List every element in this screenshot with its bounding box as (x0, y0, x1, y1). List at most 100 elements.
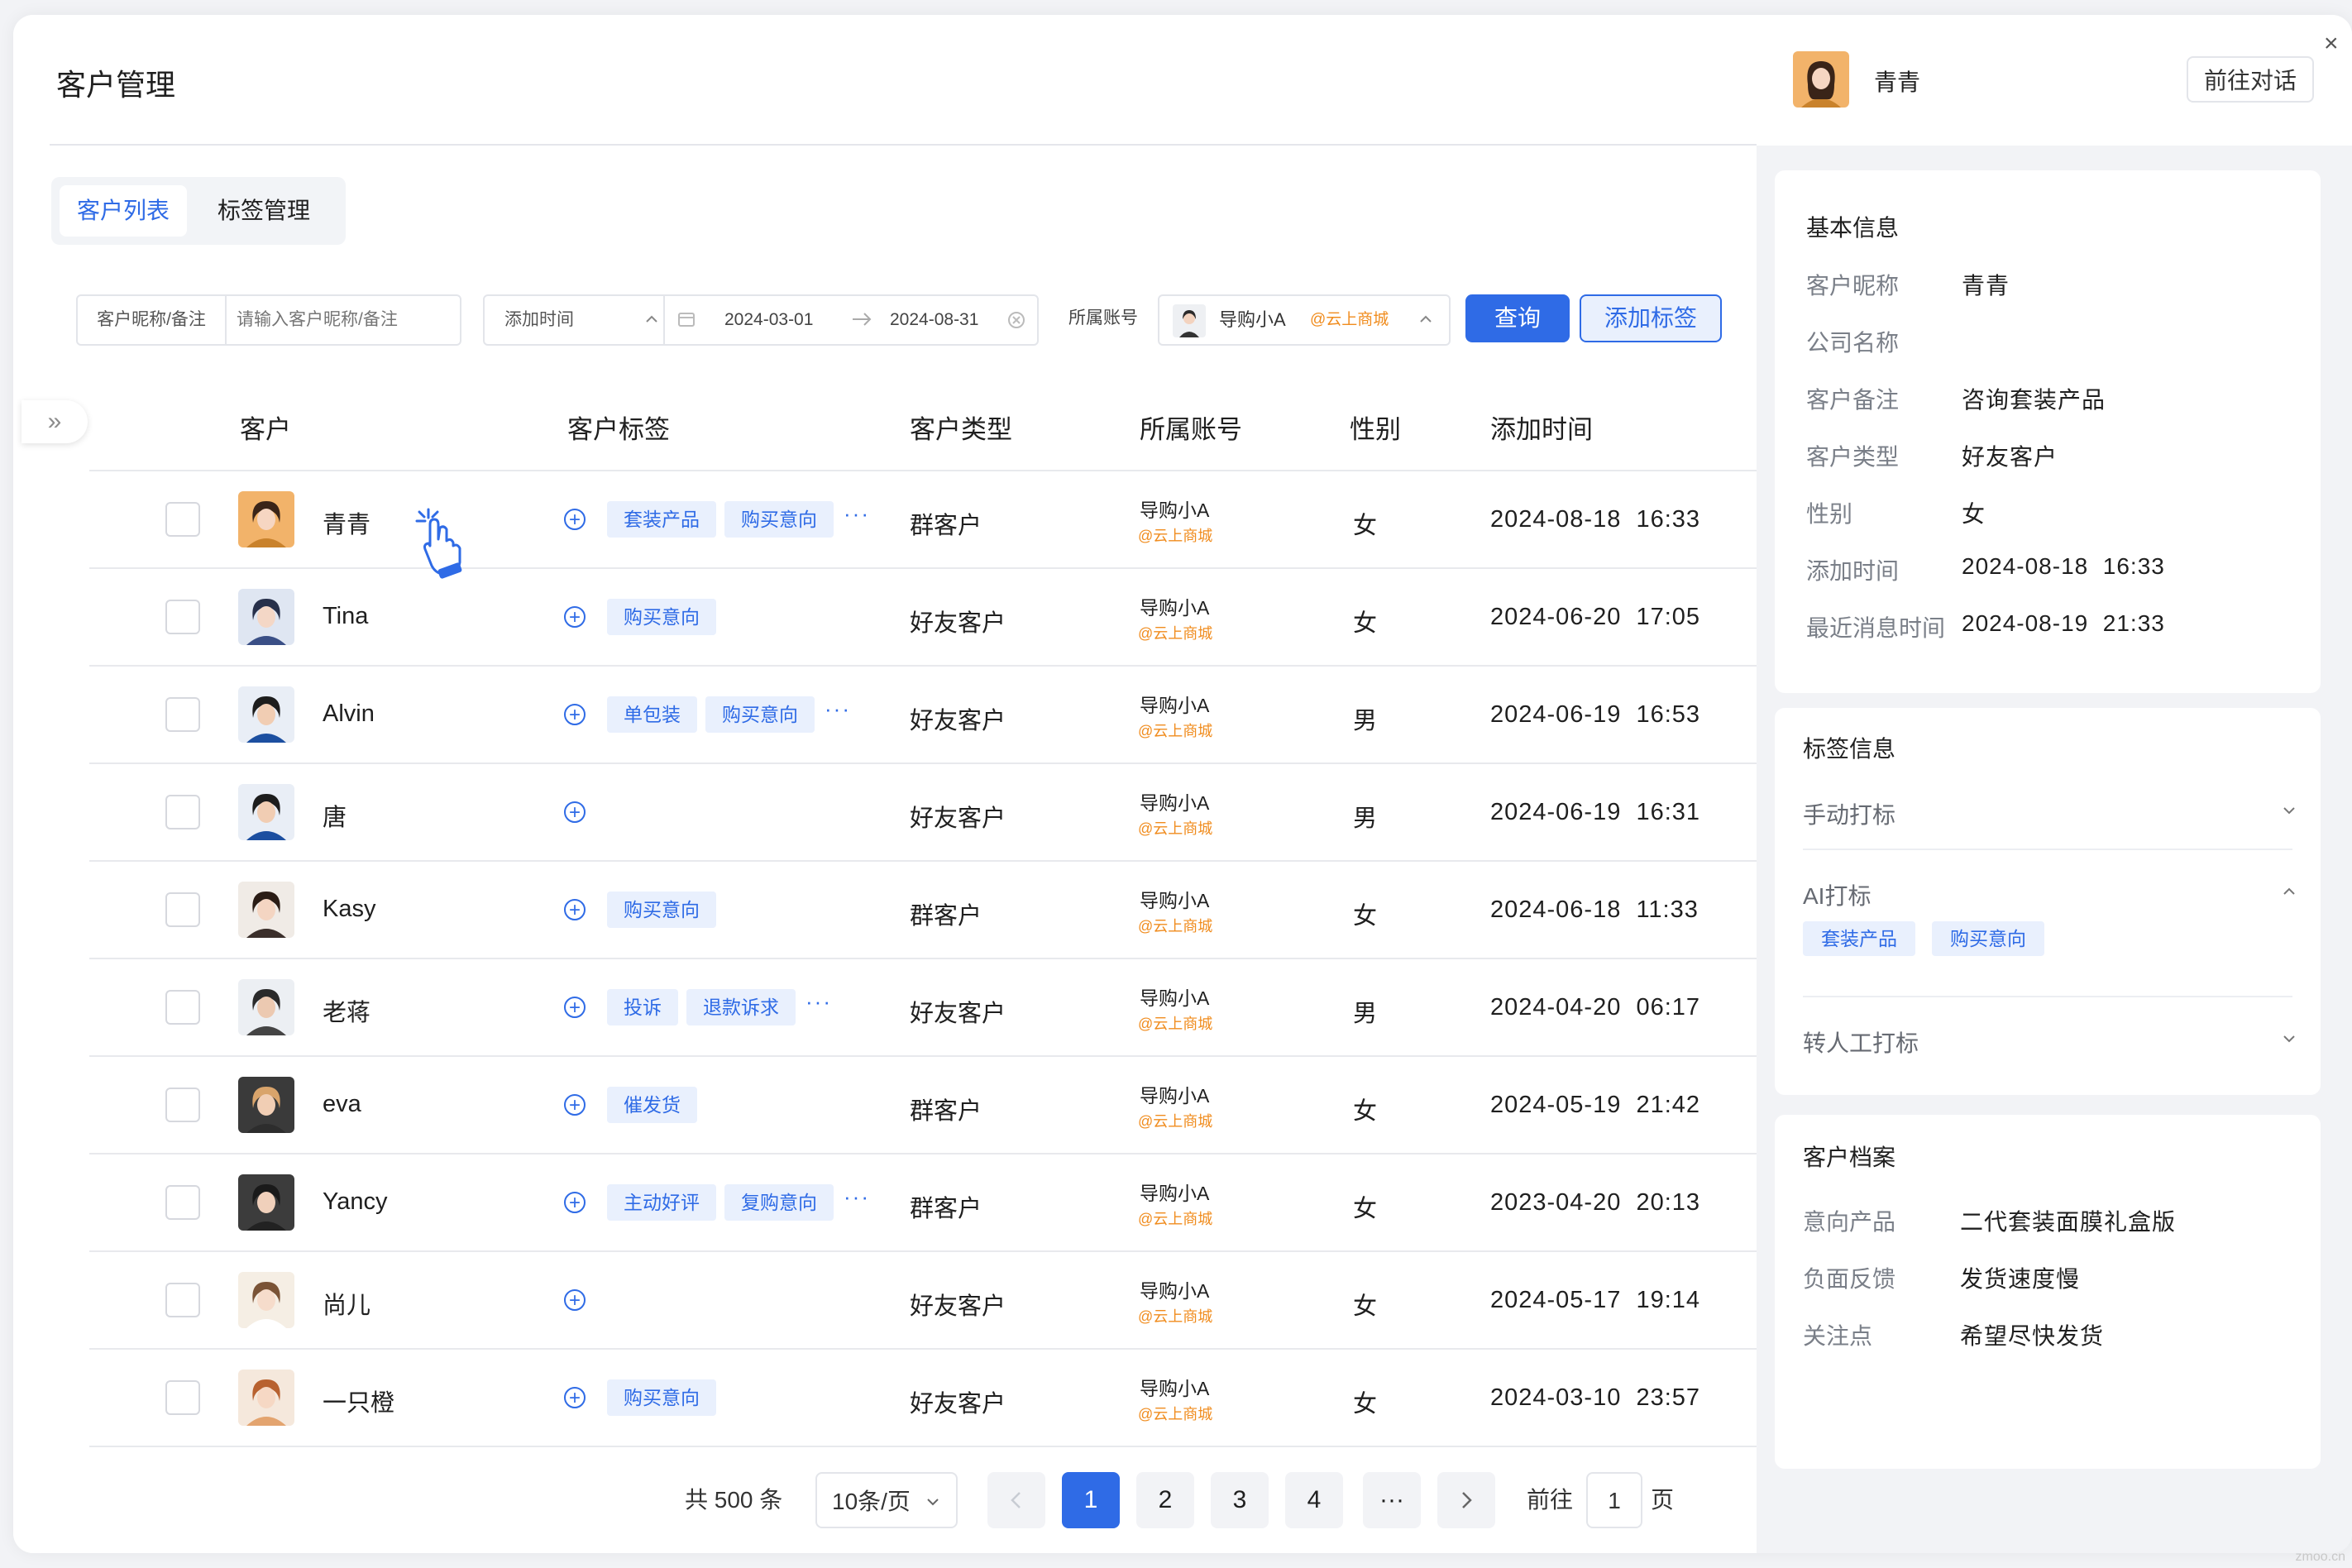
add-tag-button[interactable]: 添加标签 (1580, 294, 1722, 342)
page-button-3[interactable]: 3 (1211, 1472, 1269, 1528)
field-label: 添加时间 (1806, 558, 1900, 584)
panel-header: 青青 前往对话 × (1757, 15, 2352, 146)
customer-name[interactable]: Alvin (323, 700, 375, 728)
account-name: 导购小A (1140, 1378, 1210, 1399)
account-name: 导购小A (1140, 792, 1210, 814)
customer-name[interactable]: Yancy (323, 1188, 387, 1216)
chevron-up-icon[interactable] (2279, 882, 2299, 901)
field-value: 2024-08-19 21:33 (1962, 610, 2165, 636)
human-tagging-section[interactable]: 转人工打标 (1803, 1025, 1919, 1059)
add-tag-icon[interactable]: + (564, 801, 586, 823)
calendar-icon (678, 313, 695, 327)
table-row[interactable]: 唐 + 好友客户 导购小A @云上商城 男 2024-06-19 16:31 (89, 764, 1757, 862)
customer-name[interactable]: Tina (323, 603, 368, 630)
expand-sidebar-button[interactable]: » (22, 400, 88, 443)
customer-name[interactable]: eva (323, 1091, 361, 1118)
row-checkbox[interactable] (165, 795, 200, 829)
next-page-button[interactable] (1437, 1472, 1495, 1528)
add-tag-icon[interactable]: + (564, 509, 586, 530)
goto-page-input[interactable]: 1 (1586, 1472, 1642, 1528)
hand-cursor-icon (415, 508, 462, 579)
table-row[interactable]: 青青 + 套装产品 购买意向 ··· 群客户 导购小A @云上商城 女 2024-08-18 16… (89, 471, 1757, 569)
add-tag-icon[interactable]: + (564, 1289, 586, 1311)
page-button-4[interactable]: 4 (1285, 1472, 1343, 1528)
time-field-select[interactable]: 添加时间 (504, 296, 574, 344)
profile-value: 二代套装面膜礼盒版 (1960, 1209, 2177, 1235)
gender: 女 (1353, 903, 1378, 930)
more-tags-icon[interactable]: ··· (844, 501, 870, 527)
add-tag-icon[interactable]: + (564, 997, 586, 1018)
query-button[interactable]: 查询 (1465, 294, 1570, 342)
arrow-right-icon (853, 313, 872, 326)
field-label: 客户备注 (1806, 387, 1900, 413)
field-label: 公司名称 (1806, 330, 1900, 356)
tab-customer-list[interactable]: 客户列表 (60, 185, 187, 237)
row-checkbox[interactable] (165, 1088, 200, 1122)
add-tag-icon[interactable]: + (564, 704, 586, 725)
account-name: 导购小A (1140, 500, 1210, 521)
table-row[interactable]: Kasy + 购买意向 群客户 导购小A @云上商城 女 2024-06-18 11:33 (89, 862, 1757, 959)
page-size-select[interactable]: 10条/页 (815, 1472, 958, 1528)
page-ellipsis-button[interactable]: ··· (1363, 1472, 1421, 1528)
nickname-search-input[interactable] (235, 296, 453, 344)
prev-page-button[interactable] (987, 1472, 1045, 1528)
row-checkbox[interactable] (165, 990, 200, 1025)
table-row[interactable]: Alvin + 单包装 购买意向 ··· 好友客户 导购小A @云上商城 男 2024-06-19… (89, 667, 1757, 764)
add-tag-icon[interactable]: + (564, 1192, 586, 1213)
table-row[interactable]: Tina + 购买意向 好友客户 导购小A @云上商城 女 2024-06-20 17:05 (89, 569, 1757, 667)
gender: 女 (1353, 1293, 1378, 1320)
customer-type: 好友客户 (910, 1293, 1006, 1320)
account-name: 导购小A (1140, 597, 1210, 619)
customer-name[interactable]: 老蒋 (323, 993, 370, 1028)
ai-tagging-section[interactable]: AI打标 (1803, 878, 1871, 911)
tab-tag-management[interactable]: 标签管理 (195, 185, 332, 237)
row-checkbox[interactable] (165, 1185, 200, 1220)
row-checkbox[interactable] (165, 892, 200, 927)
add-tag-icon[interactable]: + (564, 1094, 586, 1116)
page-button-2[interactable]: 2 (1136, 1472, 1194, 1528)
go-to-chat-button[interactable]: 前往对话 (2187, 56, 2314, 103)
table-row[interactable]: 老蒋 + 投诉 退款诉求 ··· 好友客户 导购小A @云上商城 男 2024-04-20 06:… (89, 959, 1757, 1057)
account-select[interactable]: 导购小A @云上商城 (1158, 294, 1451, 346)
manual-tagging-section[interactable]: 手动打标 (1803, 797, 1895, 830)
more-tags-icon[interactable]: ··· (806, 989, 832, 1015)
chevron-down-icon[interactable] (2279, 801, 2299, 820)
start-date[interactable]: 2024-03-01 (724, 296, 813, 344)
page-size-value: 10条/页 (832, 1489, 911, 1514)
account-name: 导购小A (1219, 309, 1286, 330)
close-icon[interactable]: × (2324, 30, 2339, 58)
row-checkbox[interactable] (165, 502, 200, 537)
clear-icon[interactable] (1007, 311, 1025, 329)
customer-name[interactable]: 青青 (323, 505, 370, 540)
table-row[interactable]: 尚儿 + 好友客户 导购小A @云上商城 女 2024-05-17 19:14 (89, 1252, 1757, 1350)
row-checkbox[interactable] (165, 600, 200, 634)
gender: 男 (1353, 1001, 1378, 1027)
customer-name[interactable]: 一只橙 (323, 1384, 394, 1418)
account-shop: @云上商城 (1138, 625, 1213, 642)
add-tag-icon[interactable]: + (564, 899, 586, 920)
add-tag-icon[interactable]: + (564, 606, 586, 628)
watermark: zmoo.cn (2295, 1550, 2345, 1564)
chevron-left-icon (1011, 1492, 1021, 1508)
more-tags-icon[interactable]: ··· (844, 1184, 870, 1210)
table-row[interactable]: Yancy + 主动好评 复购意向 ··· 群客户 导购小A @云上商城 女 2023-04-20… (89, 1154, 1757, 1252)
customer-name[interactable]: 尚儿 (323, 1286, 370, 1321)
customer-name[interactable]: 唐 (323, 798, 347, 833)
customer-tag: 购买意向 (607, 892, 716, 928)
table-row[interactable]: 一只橙 + 购买意向 好友客户 导购小A @云上商城 女 2024-03-10 23:57 (89, 1350, 1757, 1447)
date-range-filter[interactable]: 添加时间 2024-03-01 2024-08-31 (483, 294, 1039, 346)
chevron-down-icon[interactable] (2279, 1029, 2299, 1049)
customer-name[interactable]: Kasy (323, 896, 375, 923)
row-checkbox[interactable] (165, 697, 200, 732)
row-checkbox[interactable] (165, 1380, 200, 1415)
page-button-1[interactable]: 1 (1062, 1472, 1120, 1528)
more-tags-icon[interactable]: ··· (825, 696, 851, 722)
table-row[interactable]: eva + 催发货 群客户 导购小A @云上商城 女 2024-05-19 21:42 (89, 1057, 1757, 1154)
end-date[interactable]: 2024-08-31 (890, 296, 978, 344)
row-checkbox[interactable] (165, 1283, 200, 1317)
avatar (1793, 51, 1849, 108)
tag-info-title: 标签信息 (1803, 736, 1896, 762)
customer-type: 好友客户 (910, 1391, 1006, 1417)
add-tag-icon[interactable]: + (564, 1387, 586, 1408)
gender: 女 (1353, 513, 1378, 539)
